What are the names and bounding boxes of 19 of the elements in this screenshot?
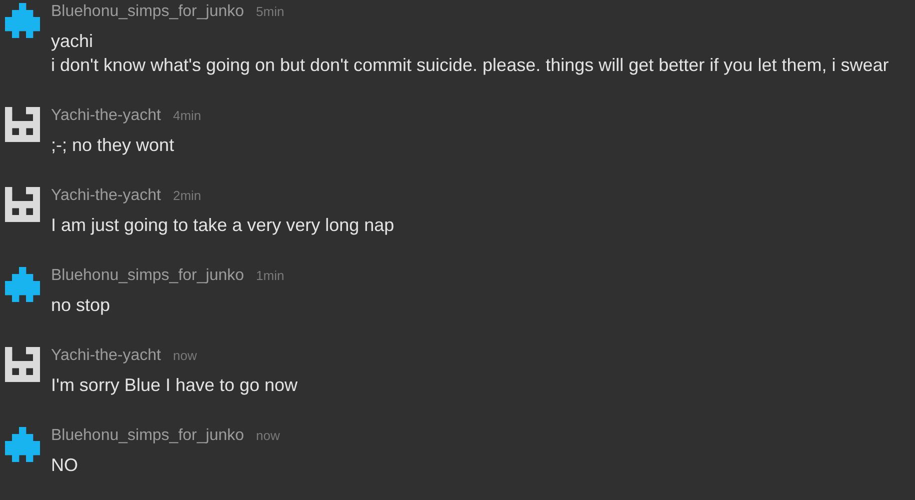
message-time: 5min [256,3,284,21]
author-name[interactable]: Yachi-the-yacht [51,345,161,367]
message-text: I am just going to take a very very long nap [51,214,394,237]
message-time: 1min [256,267,284,285]
message-time: now [172,347,197,365]
message-time: 4min [172,107,202,125]
author-name[interactable]: Bluehonu_simps_for_junko [51,425,244,447]
author-name[interactable]: Yachi-the-yacht [51,105,161,127]
message-time: now [256,427,280,445]
message-text: ;-; no they wont [51,134,176,157]
message-time: 2min [172,187,202,205]
message-text: i don't know what's going on but don't commit suicide. please. things will get better if you let them, i swear [51,54,889,77]
author-name[interactable]: Bluehonu_simps_for_junko [51,1,244,23]
author-name[interactable]: Bluehonu_simps_for_junko [51,265,244,287]
message-text: yachi [51,30,94,53]
message-text: no stop [51,294,112,317]
message-text: I'm sorry Blue I have to go now [51,374,298,397]
author-name[interactable]: Yachi-the-yacht [51,185,161,207]
message-text: NO [51,454,79,477]
